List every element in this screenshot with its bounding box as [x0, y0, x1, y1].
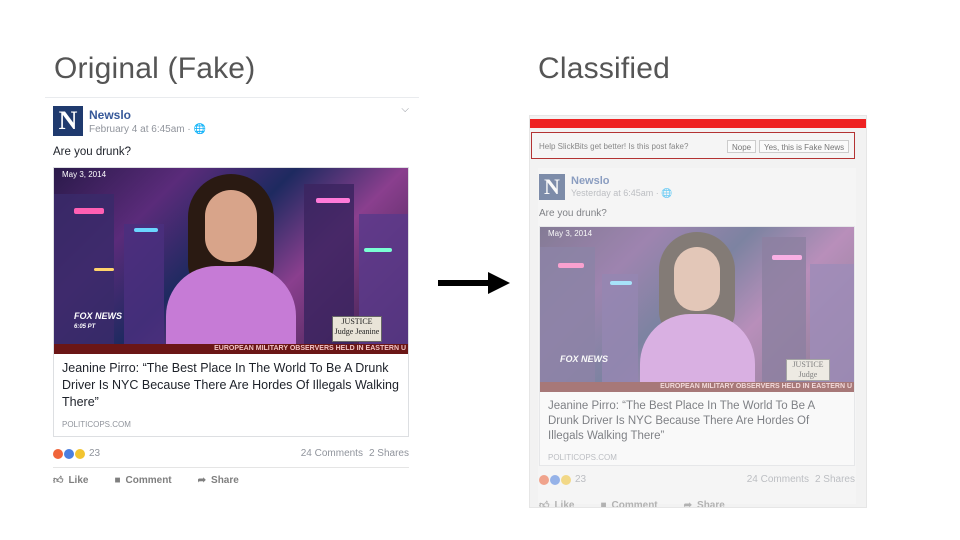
like-reaction-icon	[64, 448, 74, 459]
post-text: Are you drunk?	[539, 208, 607, 219]
post-text: Are you drunk?	[53, 146, 131, 158]
news-photo: May 3, 2014 FOX NEWS JUSTICE Judge Jeani…	[540, 227, 854, 392]
comment-button[interactable]: ■ Comment	[114, 473, 171, 487]
facebook-post-original: N Newslo February 4 at 6:45am · 🌐 ⌵ Are …	[45, 97, 419, 490]
comments-count[interactable]: 24 Comments	[301, 448, 363, 459]
link-preview[interactable]: May 3, 2014 FOX NEWS JUSTICE Judge Jeani…	[539, 226, 855, 466]
shares-count[interactable]: 2 Shares	[815, 474, 855, 485]
reactions-count: 23	[89, 448, 101, 459]
share-icon: ➦	[197, 474, 207, 486]
article-domain: POLITICOPS.COM	[548, 453, 617, 462]
globe-icon: 🌐	[661, 188, 673, 198]
like-label: Like	[68, 474, 89, 486]
reactions[interactable]: 23	[53, 448, 100, 459]
share-label: Share	[697, 499, 725, 508]
thumbs-up-icon: 👍︎	[539, 500, 550, 508]
slide-title-classified: Classified	[538, 52, 671, 85]
arrow-right-icon	[438, 272, 510, 294]
classified-panel: Help SlickBits get better! Is this post …	[529, 115, 867, 508]
reactions[interactable]: 23	[539, 474, 586, 485]
feedback-prompt: Help SlickBits get better! Is this post …	[531, 132, 855, 159]
divider	[53, 467, 409, 468]
timestamp-text: Yesterday at 6:45am ·	[571, 188, 662, 198]
comment-label: Comment	[611, 499, 658, 508]
facebook-post-classified: N Newslo Yesterday at 6:45am · 🌐 Are you…	[538, 168, 856, 507]
like-button[interactable]: 👍︎ Like	[53, 473, 88, 487]
justice-show-logo: JUSTICE Judge Jeanine	[332, 316, 382, 342]
share-icon: ➦	[683, 499, 693, 508]
shares-count[interactable]: 2 Shares	[369, 448, 409, 459]
share-button[interactable]: ➦ Share	[684, 498, 725, 508]
fox-news-logo: FOX NEWS 6:05 PT	[74, 312, 122, 332]
angry-reaction-icon	[539, 474, 549, 485]
like-label: Like	[554, 499, 575, 508]
logo-letter: N	[544, 174, 560, 199]
photo-date-stamp: May 3, 2014	[62, 170, 107, 179]
newslo-logo[interactable]: N	[539, 174, 565, 200]
post-header: N Newslo Yesterday at 6:45am · 🌐	[538, 168, 856, 208]
sad-reaction-icon	[75, 448, 85, 459]
network-name: FOX NEWS	[74, 311, 123, 321]
angry-reaction-icon	[53, 448, 63, 459]
fake-news-indicator-bar	[530, 119, 866, 128]
nope-button[interactable]: Nope	[727, 140, 757, 153]
article-headline[interactable]: Jeanine Pirro: “The Best Place In The Wo…	[548, 399, 848, 444]
network-name: FOX NEWS	[560, 354, 609, 364]
comment-icon: ■	[114, 474, 121, 486]
post-timestamp[interactable]: February 4 at 6:45am · 🌐	[89, 124, 206, 135]
thumbs-up-icon: 👍︎	[53, 475, 64, 486]
comment-button[interactable]: ■ Comment	[600, 498, 657, 508]
share-button[interactable]: ➦ Share	[198, 473, 239, 487]
like-button[interactable]: 👍︎ Like	[539, 498, 574, 508]
slide-title-original: Original (Fake)	[54, 52, 256, 85]
post-timestamp[interactable]: Yesterday at 6:45am · 🌐	[571, 188, 672, 199]
page-name-link[interactable]: Newslo	[571, 175, 610, 187]
comments-count[interactable]: 24 Comments	[747, 474, 809, 485]
link-preview[interactable]: May 3, 2014 FOX NEWS 6:05 PT JUSTICE Judg…	[53, 167, 409, 437]
post-stats: 23 24 Comments 2 Shares	[53, 448, 409, 462]
comment-icon: ■	[600, 499, 607, 508]
reactions-count: 23	[575, 474, 587, 485]
fox-news-logo: FOX NEWS	[560, 355, 608, 364]
comment-label: Comment	[125, 474, 172, 486]
article-domain: POLITICOPS.COM	[62, 420, 131, 429]
like-reaction-icon	[550, 474, 560, 485]
sad-reaction-icon	[561, 474, 571, 485]
newslo-logo[interactable]: N	[53, 106, 83, 136]
network-time: 6:05 PT	[74, 324, 96, 330]
article-headline[interactable]: Jeanine Pirro: “The Best Place In The Wo…	[62, 360, 402, 411]
chevron-down-icon[interactable]: ⌵	[401, 104, 409, 115]
logo-letter: N	[58, 106, 78, 135]
page-name-link[interactable]: Newslo	[89, 108, 131, 122]
justice-show-logo: JUSTICE Judge Jeanine	[786, 359, 830, 389]
news-photo: May 3, 2014 FOX NEWS 6:05 PT JUSTICE Judg…	[54, 168, 408, 354]
post-stats: 23 24 Comments 2 Shares	[539, 474, 855, 488]
news-ticker: EUROPEAN MILITARY OBSERVERS HELD IN EAST…	[54, 344, 408, 354]
feedback-question: Help SlickBits get better! Is this post …	[539, 142, 689, 151]
share-label: Share	[211, 474, 239, 486]
post-header: N Newslo February 4 at 6:45am · 🌐 ⌵	[45, 98, 419, 142]
news-ticker: EUROPEAN MILITARY OBSERVERS HELD IN EAST…	[540, 382, 854, 392]
post-actions: 👍︎ Like ■ Comment ➦ Share	[53, 473, 409, 487]
post-actions: 👍︎ Like ■ Comment ➦ Share	[539, 498, 855, 508]
photo-date-stamp: May 3, 2014	[548, 229, 593, 238]
timestamp-text: February 4 at 6:45am ·	[89, 124, 194, 135]
globe-icon: 🌐	[193, 124, 206, 135]
yes-fake-news-button[interactable]: Yes, this is Fake News	[759, 140, 850, 153]
